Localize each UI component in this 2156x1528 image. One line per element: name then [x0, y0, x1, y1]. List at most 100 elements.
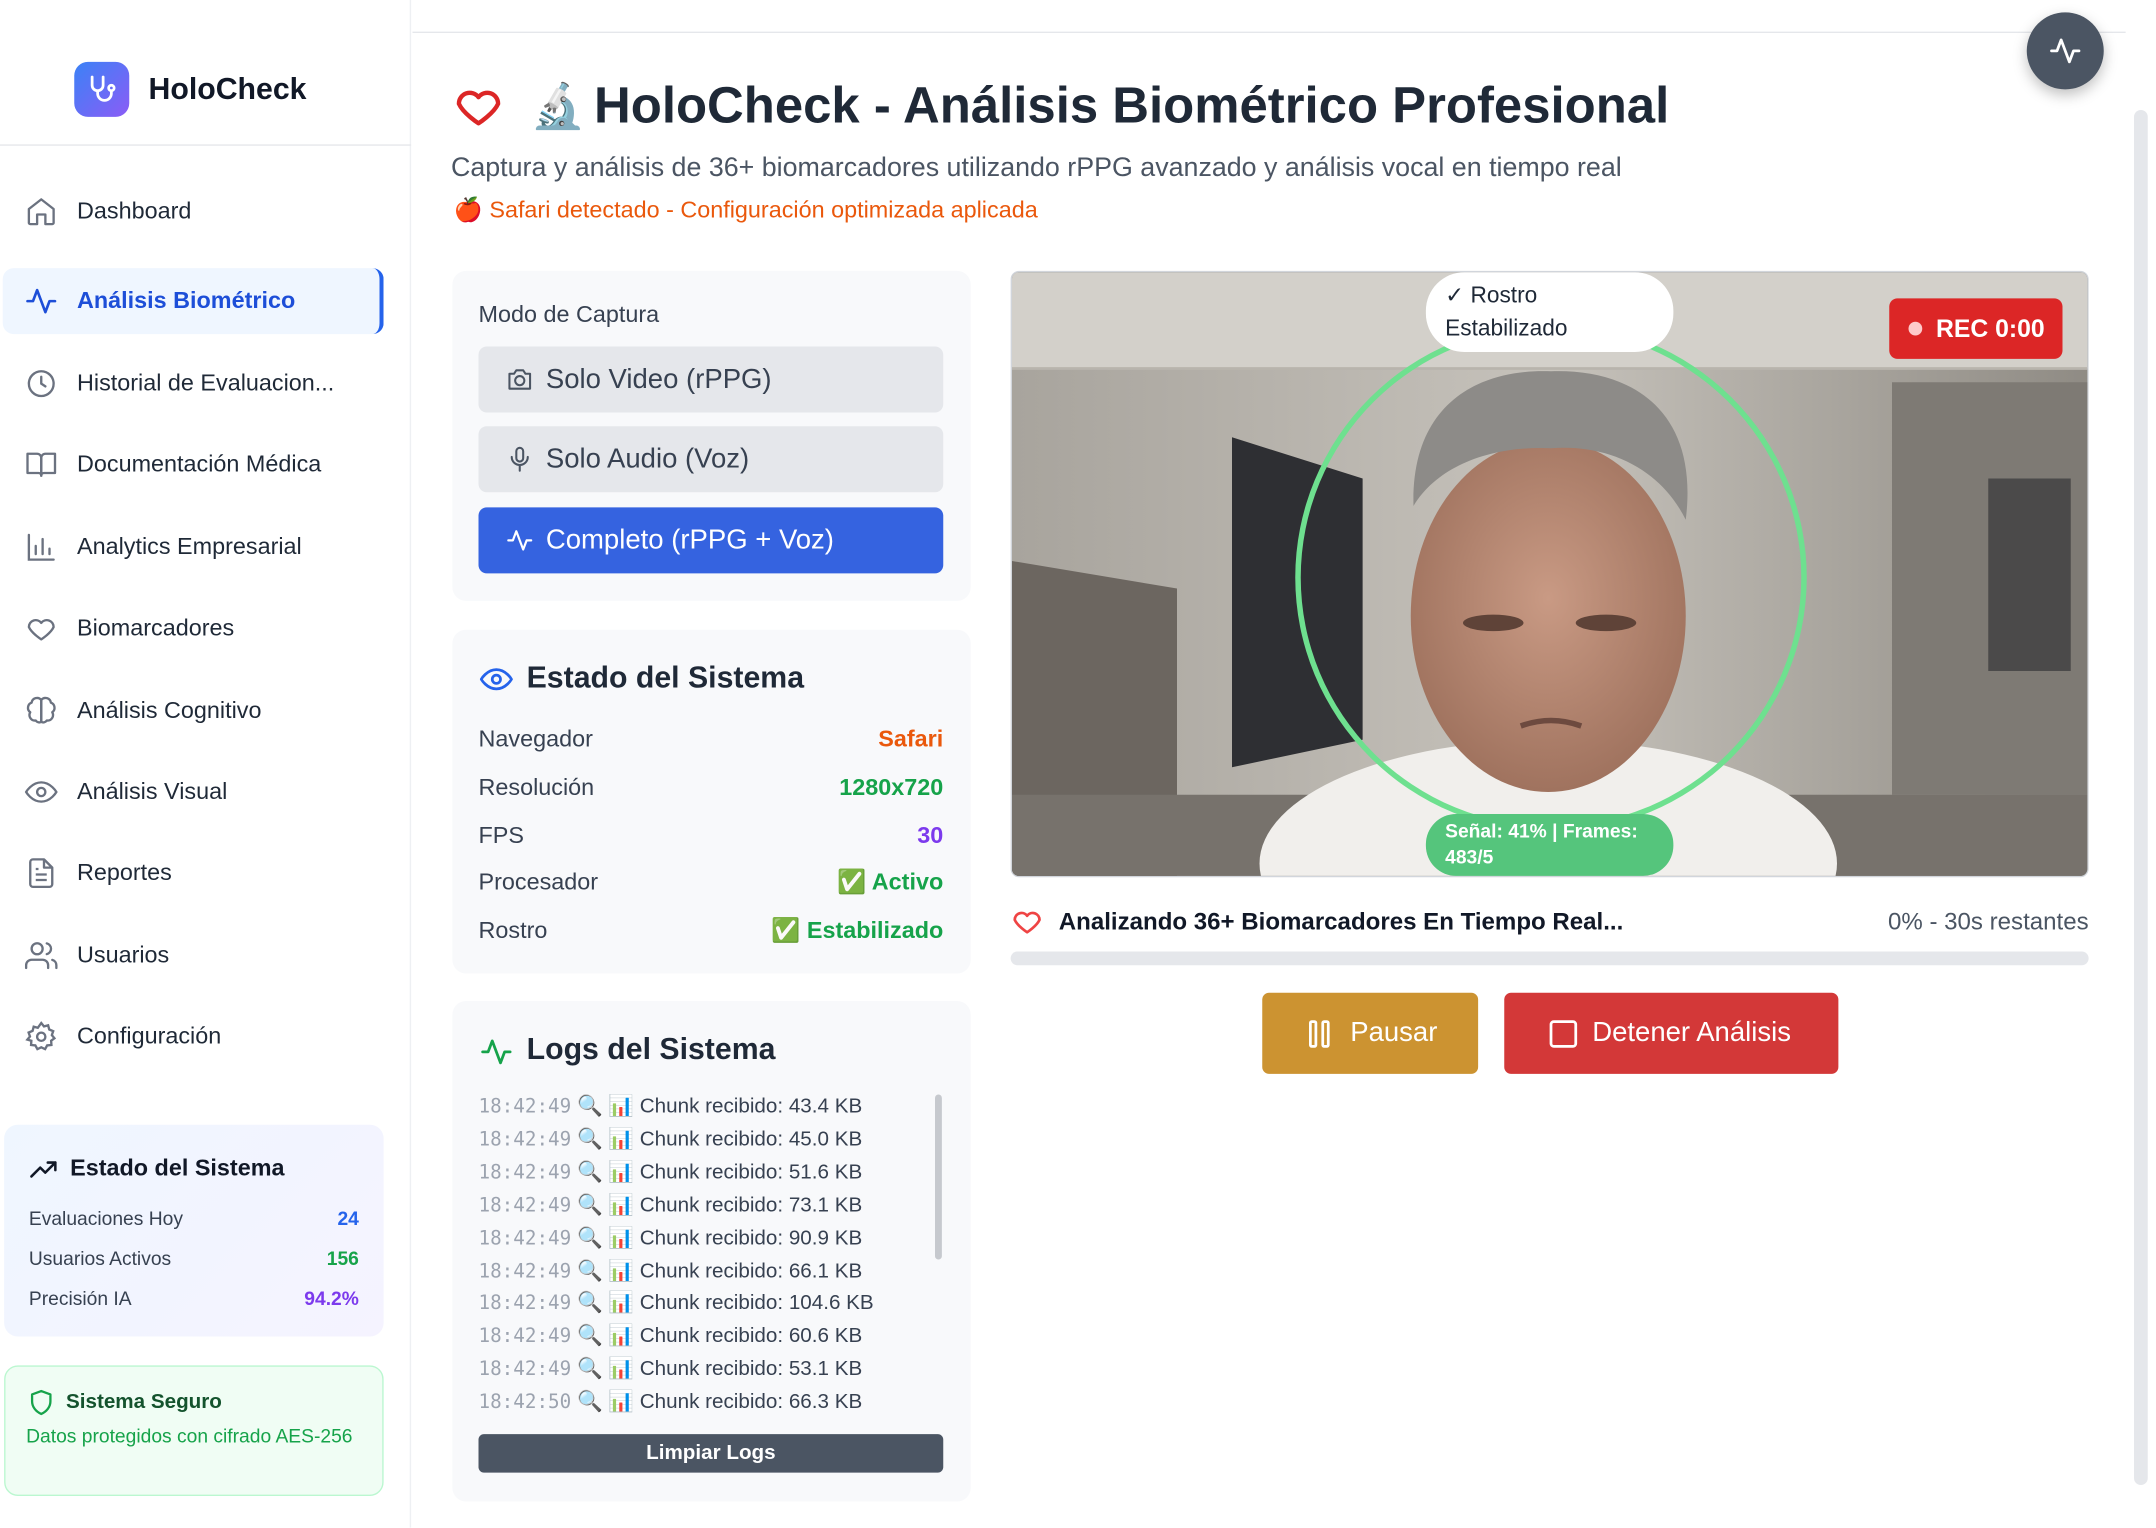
logs-scrollbar[interactable]	[935, 1094, 942, 1260]
sidebar-item-analisis-biometrico[interactable]: Análisis Biométrico	[2, 268, 384, 335]
sidebar-item-dashboard[interactable]: Dashboard	[3, 179, 384, 245]
recording-label: REC 0:00	[1936, 314, 2045, 343]
heart-icon	[1013, 911, 1041, 934]
state-row-resolucion: Resolución 1280x720	[479, 774, 944, 802]
log-message: 🔍 📊 Chunk recibido: 66.3 KB	[576, 1390, 863, 1414]
pause-icon	[1309, 1020, 1330, 1048]
log-message: 🔍 📊 Chunk recibido: 104.6 KB	[576, 1291, 874, 1315]
brand[interactable]: HoloCheck	[0, 36, 412, 146]
page-scrollbar[interactable]	[2125, 0, 2156, 1528]
stat-label: Precisión IA	[28, 1287, 132, 1309]
sidebar-item-label: Análisis Cognitivo	[77, 697, 262, 724]
log-time: 18:42:49	[478, 1128, 572, 1151]
bar-chart-icon	[27, 533, 55, 561]
sidebar-item-label: Análisis Biométrico	[77, 287, 296, 314]
shield-icon	[30, 1389, 52, 1416]
scrollbar-thumb[interactable]	[2134, 110, 2148, 1485]
camera-icon	[508, 369, 532, 390]
mode-label: Solo Video (rPPG)	[545, 364, 772, 395]
trending-up-icon	[30, 1161, 57, 1178]
sidebar-item-documentacion[interactable]: Documentación Médica	[3, 432, 384, 498]
analysis-status: Analizando 36+ Biomarcadores En Tiempo R…	[1058, 907, 1624, 936]
log-time: 18:42:49	[478, 1325, 572, 1348]
log-entry: 18:42:49 🔍 📊 Chunk recibido: 73.1 KB	[479, 1192, 933, 1217]
stat-value: 94.2%	[304, 1287, 359, 1309]
heart-icon	[456, 90, 501, 126]
log-time: 18:42:49	[478, 1161, 572, 1184]
gear-icon	[25, 1021, 57, 1051]
signal-status-badge: Señal: 41% | Frames: 483/5	[1425, 814, 1674, 876]
security-notice: Sistema Seguro Datos protegidos con cifr…	[4, 1365, 384, 1496]
sidebar-item-cognitivo[interactable]: Análisis Cognitivo	[3, 678, 384, 744]
log-message: 🔍 📊 Chunk recibido: 66.1 KB	[576, 1259, 863, 1283]
capture-mode-title: Modo de Captura	[478, 301, 660, 328]
file-text-icon	[29, 858, 54, 889]
sidebar-item-label: Reportes	[77, 859, 172, 886]
log-message: 🔍 📊 Chunk recibido: 73.1 KB	[576, 1193, 863, 1217]
analysis-progress-text: 0% - 30s restantes	[1888, 907, 2089, 936]
microscope-emoji: 🔬	[530, 81, 586, 131]
state-row-navegador: Navegador Safari	[479, 726, 944, 754]
log-time: 18:42:49	[478, 1194, 572, 1217]
log-entry: 18:42:49 🔍 📊 Chunk recibido: 43.4 KB	[479, 1093, 933, 1118]
clear-logs-button[interactable]: Limpiar Logs	[478, 1434, 944, 1473]
state-label: Navegador	[478, 726, 593, 753]
log-entry: 18:42:49 🔍 📊 Chunk recibido: 53.1 KB	[479, 1356, 933, 1380]
browser-notice: 🍎 Safari detectado - Configuración optim…	[453, 196, 1038, 223]
mode-label: Solo Audio (Voz)	[545, 444, 750, 475]
log-time: 18:42:49	[478, 1260, 572, 1283]
state-row-procesador: Procesador ✅ Activo	[479, 869, 944, 897]
sidebar-item-reportes[interactable]: Reportes	[3, 840, 384, 906]
mode-label: Completo (rPPG + Voz)	[545, 525, 834, 556]
stat-value: 156	[326, 1247, 359, 1270]
sidebar-item-historial[interactable]: Historial de Evaluacion...	[3, 351, 384, 417]
sidebar-item-biomarcadores[interactable]: Biomarcadores	[3, 595, 384, 661]
log-message: 🔍 📊 Chunk recibido: 45.0 KB	[576, 1127, 863, 1151]
state-row-fps: FPS 30	[479, 822, 944, 850]
sidebar-item-visual[interactable]: Análisis Visual	[3, 759, 384, 825]
log-message: 🔍 📊 Chunk recibido: 43.4 KB	[576, 1094, 863, 1118]
state-value: ✅ Activo	[837, 869, 944, 896]
pause-button[interactable]: Pausar	[1262, 992, 1479, 1074]
sidebar-item-label: Usuarios	[77, 941, 170, 968]
sidebar-item-label: Dashboard	[77, 198, 192, 225]
mode-video-button[interactable]: Solo Video (rPPG)	[478, 346, 944, 413]
stop-icon	[1549, 1020, 1578, 1048]
mode-audio-button[interactable]: Solo Audio (Voz)	[478, 426, 944, 493]
state-value: 1280x720	[839, 774, 944, 801]
log-entry: 18:42:49 🔍 📊 Chunk recibido: 60.6 KB	[478, 1323, 933, 1348]
sidebar-item-label: Historial de Evaluacion...	[77, 369, 335, 396]
activity-icon	[481, 1039, 512, 1065]
microphone-icon	[510, 446, 529, 472]
state-label: FPS	[478, 822, 524, 849]
state-label: Procesador	[478, 869, 599, 896]
home-icon	[27, 198, 55, 226]
sidebar: HoloCheck Dashboard Análisis Biométrico …	[0, 0, 412, 1528]
capture-mode-panel: Modo de Captura Solo Video (rPPG) Solo A…	[452, 270, 971, 601]
sidebar-item-label: Biomarcadores	[77, 614, 235, 641]
face-detection-ring	[1295, 323, 1807, 832]
face-status-badge: ✓ Rostro Estabilizado	[1425, 272, 1674, 352]
sidebar-item-usuarios[interactable]: Usuarios	[3, 923, 384, 989]
log-time: 18:42:49	[478, 1227, 572, 1250]
mode-complete-button[interactable]: Completo (rPPG + Voz)	[478, 507, 944, 574]
security-title: Sistema Seguro	[66, 1390, 222, 1414]
log-message: 🔍 📊 Chunk recibido: 60.6 KB	[576, 1324, 863, 1348]
page-subtitle: Captura y análisis de 36+ biomarcadores …	[451, 152, 1622, 183]
activity-icon	[2050, 38, 2081, 64]
sidebar-item-configuracion[interactable]: Configuración	[3, 1004, 384, 1070]
stat-row: Usuarios Activos 156	[29, 1247, 359, 1269]
activity-icon	[26, 288, 57, 314]
log-entry: 18:42:50 🔍 📊 Chunk recibido: 66.3 KB	[479, 1389, 933, 1414]
stethoscope-icon	[74, 61, 130, 117]
stop-analysis-button[interactable]: Detener Análisis	[1504, 992, 1839, 1074]
pause-label: Pausar	[1350, 1017, 1438, 1048]
sidebar-item-analytics[interactable]: Analytics Empresarial	[3, 514, 384, 580]
stat-row: Precisión IA 94.2%	[29, 1287, 359, 1309]
sidebar-stats-title: Estado del Sistema	[70, 1155, 285, 1182]
sidebar-system-stats: Estado del Sistema Evaluaciones Hoy 24 U…	[4, 1124, 384, 1337]
activity-fab-button[interactable]	[2026, 12, 2104, 90]
system-state-panel: Estado del Sistema Navegador Safari Reso…	[452, 629, 971, 974]
recording-badge: REC 0:00	[1889, 298, 2063, 359]
book-icon	[26, 452, 57, 477]
